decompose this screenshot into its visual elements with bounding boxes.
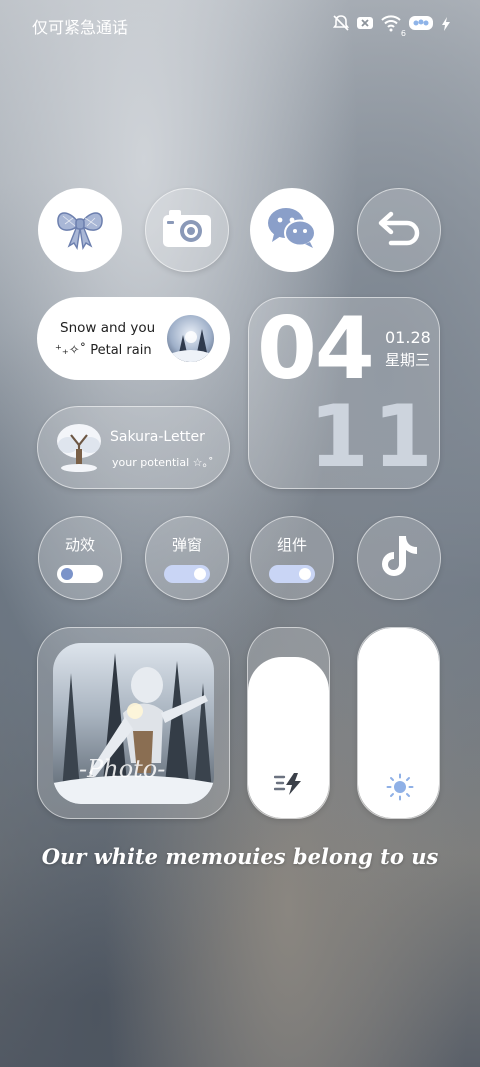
camera-icon [161, 207, 213, 253]
photo-caption: -Photo- [79, 755, 166, 783]
wifi-badge: 6 [400, 29, 406, 38]
wifi-icon: 6 [380, 14, 406, 38]
back-app-button[interactable] [357, 188, 441, 272]
animation-toggle-switch[interactable] [57, 564, 103, 583]
sakura-widget-subtitle: your potential ☆｡˚ [112, 456, 214, 469]
wechat-app-button[interactable] [250, 188, 334, 272]
tiktok-icon [379, 534, 419, 582]
widget-toggle-switch[interactable] [269, 564, 315, 583]
clock-date: 01.28 [385, 328, 431, 347]
snow-photo-thumbnail [167, 315, 214, 362]
flash-icon [273, 772, 304, 800]
snow-and-you-widget[interactable]: Snow and you ⁺₊✧˚ Petal rain [37, 297, 230, 380]
bell-off-icon [332, 14, 350, 36]
photo-image: -Photo- [53, 643, 214, 804]
snow-widget-line1: Snow and you [60, 320, 156, 336]
camera-app-button[interactable] [145, 188, 229, 272]
snow-widget-line2: ⁺₊✧˚ Petal rain [55, 343, 152, 358]
popup-toggle-tile[interactable]: 弹窗 [145, 516, 229, 600]
clock-widget[interactable]: 04 01.28 星期三 11 [248, 297, 440, 489]
clock-hour: 04 [257, 299, 375, 399]
no-sim-icon [356, 15, 374, 35]
sakura-letter-widget[interactable]: Sakura-Letter your potential ☆｡˚ [37, 406, 230, 489]
bow-app-button[interactable] [38, 188, 122, 272]
animation-toggle-tile[interactable]: 动效 [38, 516, 122, 600]
snowy-tree-icon [54, 421, 104, 477]
clock-minute: 11 [309, 387, 437, 487]
popup-toggle-label: 弹窗 [171, 535, 202, 554]
power-slider[interactable] [247, 627, 330, 819]
back-arrow-icon [377, 210, 421, 250]
footer-quote: Our white memouies belong to us [41, 844, 439, 869]
photo-widget[interactable]: -Photo- [37, 627, 230, 819]
widget-toggle-tile[interactable]: 组件 [250, 516, 334, 600]
sun-icon [386, 773, 414, 805]
animation-toggle-label: 动效 [64, 535, 95, 554]
bow-icon [55, 206, 105, 254]
carrier-text: 仅可紧急通话 [32, 18, 129, 37]
wechat-icon [266, 206, 318, 254]
popup-toggle-switch[interactable] [164, 564, 210, 583]
charging-icon [442, 16, 450, 35]
tiktok-app-button[interactable] [357, 516, 441, 600]
brightness-slider[interactable] [357, 627, 440, 819]
widget-toggle-label: 组件 [276, 535, 307, 554]
battery-icon [408, 14, 436, 36]
sakura-widget-title: Sakura-Letter [110, 429, 205, 445]
status-bar: 仅可紧急通话 6 [32, 14, 450, 38]
clock-weekday: 星期三 [385, 351, 431, 369]
